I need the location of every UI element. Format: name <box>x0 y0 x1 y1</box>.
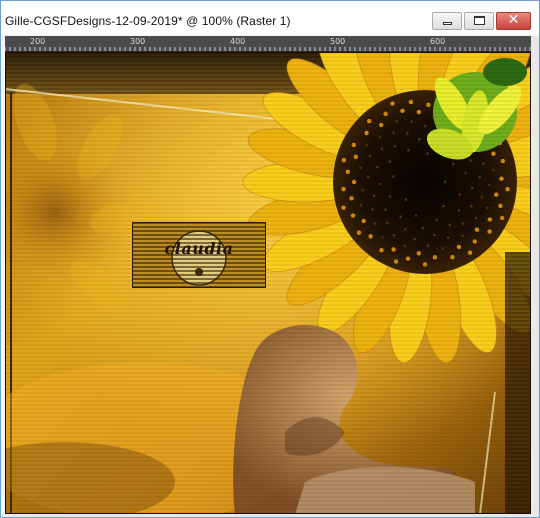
window-title: Gille-CGSFDesigns-12-09-2019* @ 100% (Ra… <box>5 14 291 28</box>
close-icon: ✕ <box>507 12 520 28</box>
maximize-icon <box>474 16 485 25</box>
close-button[interactable]: ✕ <box>496 12 531 30</box>
ruler-ticks <box>5 47 531 51</box>
window-bottom-edge <box>1 514 539 517</box>
image-canvas[interactable]: claudia <box>5 52 531 514</box>
ruler-label: 200 <box>30 37 46 46</box>
minimize-button[interactable] <box>432 12 462 30</box>
document-window: Gille-CGSFDesigns-12-09-2019* @ 100% (Ra… <box>0 0 540 518</box>
horizontal-ruler[interactable]: 200 300 400 500 600 <box>5 36 531 52</box>
ruler-label: 500 <box>330 37 346 46</box>
title-bar[interactable]: Gille-CGSFDesigns-12-09-2019* @ 100% (Ra… <box>1 1 539 35</box>
ruler-label: 600 <box>430 37 446 46</box>
minimize-icon <box>443 22 452 25</box>
window-right-edge <box>531 36 539 514</box>
ruler-label: 400 <box>230 37 246 46</box>
logo-watermark: claudia <box>132 222 266 288</box>
ruler-label: 300 <box>130 37 146 46</box>
watermark-text: claudia <box>164 239 234 258</box>
sunflower-image <box>5 52 531 514</box>
maximize-button[interactable] <box>464 12 494 30</box>
